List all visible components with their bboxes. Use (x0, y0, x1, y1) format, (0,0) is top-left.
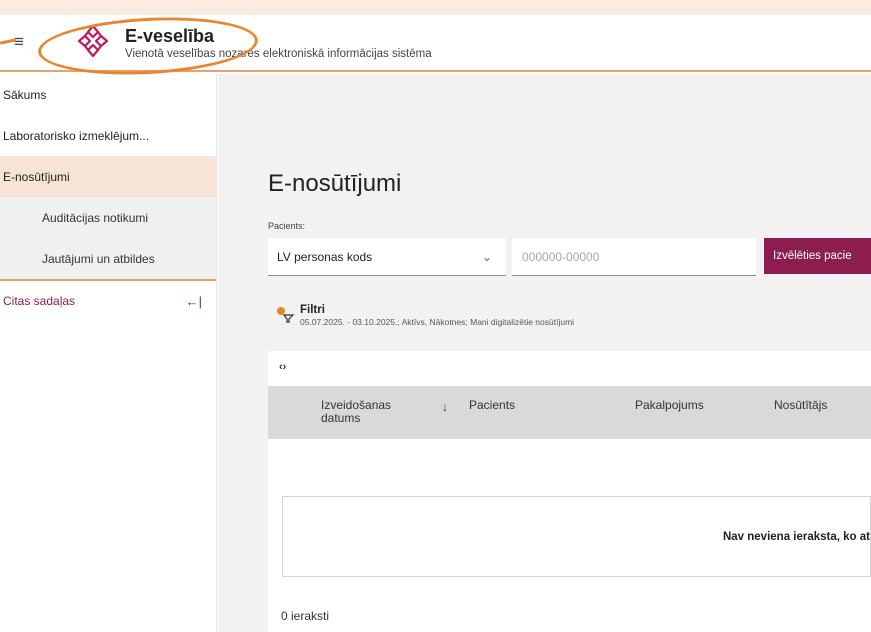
personal-code-input[interactable] (512, 238, 756, 276)
record-count: 0 ieraksti (281, 609, 330, 623)
sidebar-subitem-faq[interactable]: Jautājumi un atbildes (0, 238, 216, 279)
app-window: ≡ E-veselība Vienotā veselības nozares e… (0, 12, 871, 632)
other-sections-label: Citas sadaļas (3, 294, 76, 308)
app-subtitle: Vienotā veselības nozares elektroniskā i… (125, 48, 432, 60)
empty-message: Nav neviena ieraksta, ko at (722, 530, 870, 543)
sidebar-item-laboratory[interactable]: Laboratorisko izmeklējum... (0, 115, 216, 156)
sidebar-item-home[interactable]: Sākums (0, 74, 216, 115)
e-veseliba-logo-icon (77, 24, 109, 58)
patient-label: Pacients: (268, 221, 306, 231)
filter-icon (277, 307, 294, 323)
choose-patient-button[interactable]: Izvēlēties pacie (764, 238, 871, 274)
collapse-left-icon[interactable]: ←| (186, 294, 202, 309)
filter-toggle[interactable]: Filtri 05.07.2025. - 03.10.2025.; Aktīvs… (276, 304, 574, 327)
main-content: E-nosūtījumi Pacients: LV personas kods … (218, 74, 871, 632)
chevron-down-icon: ⌄ (481, 249, 492, 264)
horizontal-scroll-icon[interactable]: ‹› (279, 361, 286, 373)
sidebar-other-sections[interactable]: Citas sadaļas ←| (0, 281, 216, 321)
app-title: E-veselība (125, 26, 215, 46)
sidebar: Sākums Laboratorisko izmeklējum... E-nos… (0, 74, 217, 632)
table-header: Izveidošanas datums ↓ Pacients Pakalpoju… (268, 386, 871, 439)
column-created-date[interactable]: Izveidošanas datums (321, 399, 421, 425)
app-header: ≡ E-veselība Vienotā veselības nozares e… (0, 15, 871, 72)
page-title: E-nosūtījumi (268, 170, 402, 197)
id-type-value: LV personas kods (277, 249, 373, 264)
filter-title: Filtri (300, 304, 325, 316)
column-service[interactable]: Pakalpojums (635, 399, 704, 412)
referrals-table: ‹› Izveidošanas datums ↓ Pacients Pakalp… (268, 351, 871, 632)
sort-down-icon[interactable]: ↓ (442, 400, 448, 414)
sidebar-subitem-audit-events[interactable]: Auditācijas notikumi (0, 197, 216, 238)
id-type-select[interactable]: LV personas kods ⌄ (268, 238, 506, 276)
filter-description: 05.07.2025. - 03.10.2025.; Aktīvs, Nākot… (300, 317, 575, 327)
empty-state: Nav neviena ieraksta, ko at (282, 496, 871, 577)
column-referrer[interactable]: Nosūtītājs (774, 399, 827, 412)
sidebar-item-e-referrals[interactable]: E-nosūtījumi (0, 156, 216, 197)
column-patient[interactable]: Pacients (469, 399, 515, 412)
